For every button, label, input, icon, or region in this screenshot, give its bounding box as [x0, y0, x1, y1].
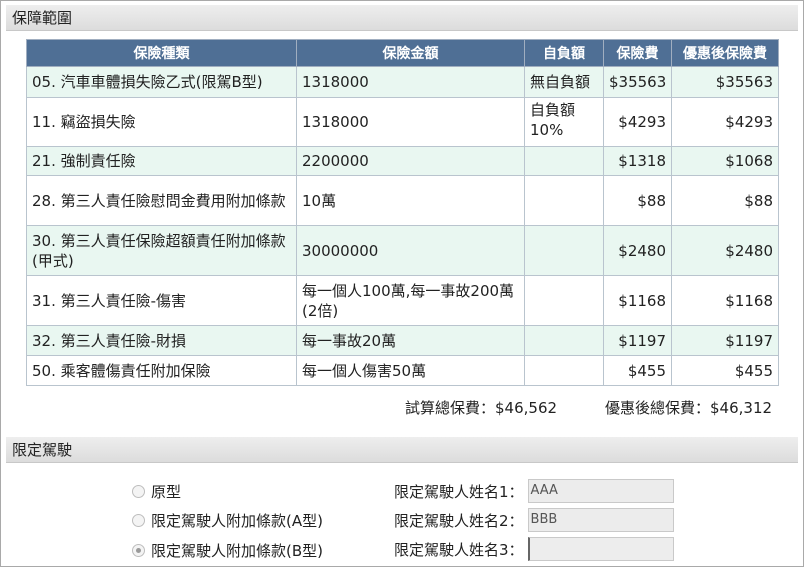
driver-name-2-input[interactable]: BBB [527, 508, 674, 532]
cell-amount: 1318000 [296, 66, 525, 98]
header-type: 保險種類 [26, 39, 297, 67]
cell-amount: 每一個人100萬,每一事故200萬(2倍) [296, 275, 525, 326]
cell-deductible [524, 146, 604, 176]
driver-name-row-1: 限定駕駛人姓名1： AAA [394, 478, 674, 504]
coverage-panel: 保險種類 保險金額 自負額 保險費 優惠後保險費 05. 汽車車體損失險乙式(限… [6, 31, 798, 429]
option-label: 限定駕駛人附加條款(A型) [151, 511, 323, 530]
cell-amount: 30000000 [296, 225, 525, 276]
cell-premium: $1318 [603, 146, 672, 176]
cell-type: 05. 汽車車體損失險乙式(限駕B型) [26, 66, 297, 98]
radio-checked-icon[interactable] [132, 543, 145, 557]
driver-name-label: 限定駕駛人姓名2： [394, 511, 524, 530]
cell-discounted: $1197 [671, 325, 779, 356]
cell-discounted: $1168 [671, 275, 779, 326]
coverage-table: 保險種類 保險金額 自負額 保險費 優惠後保險費 05. 汽車車體損失險乙式(限… [26, 39, 779, 386]
window-frame: 保障範圍 保險種類 保險金額 自負額 保險費 優惠後保險費 05. 汽車車體損失… [0, 0, 804, 567]
header-discounted-premium: 優惠後保險費 [671, 39, 779, 67]
cell-type: 50. 乘客體傷責任附加保險 [26, 355, 297, 386]
driver-panel: 原型 限定駕駛人附加條款(A型) 限定駕駛人附加條款(B型) 限定駕駛人姓名1：… [6, 463, 798, 563]
driver-name-row-3: 限定駕駛人姓名3： [394, 536, 674, 562]
radio-icon[interactable] [132, 513, 145, 527]
header-deductible: 自負額 [524, 39, 604, 67]
cell-deductible: 自負額10% [524, 97, 604, 147]
cell-premium: $2480 [603, 225, 672, 276]
cell-type: 11. 竊盜損失險 [26, 97, 297, 147]
cell-deductible [524, 225, 604, 276]
option-label: 原型 [151, 482, 182, 501]
table-row: 50. 乘客體傷責任附加保險 每一個人傷害50萬 $455 $455 [26, 355, 779, 386]
driver-option-original[interactable]: 原型 [132, 479, 181, 503]
table-row: 32. 第三人責任險-財損 每一事故20萬 $1197 $1197 [26, 325, 779, 356]
option-label: 限定駕駛人附加條款(B型) [151, 541, 323, 560]
driver-option-type-a[interactable]: 限定駕駛人附加條款(A型) [132, 508, 323, 532]
driver-name-label: 限定駕駛人姓名1： [394, 482, 524, 501]
cell-type: 32. 第三人責任險-財損 [26, 325, 297, 356]
driver-option-type-b[interactable]: 限定駕駛人附加條款(B型) [132, 538, 323, 562]
cell-type: 28. 第三人責任險慰問金費用附加條款 [26, 175, 297, 226]
cell-premium: $455 [603, 355, 672, 386]
cell-discounted: $88 [671, 175, 779, 226]
driver-name-row-2: 限定駕駛人姓名2： BBB [394, 507, 674, 533]
driver-name-1-input[interactable]: AAA [527, 479, 674, 503]
cell-deductible [524, 175, 604, 226]
cell-deductible [524, 275, 604, 326]
cell-type: 21. 強制責任險 [26, 146, 297, 176]
coverage-section-header: 保障範圍 [6, 5, 798, 31]
radio-icon[interactable] [132, 484, 145, 498]
discounted-total-premium: 優惠後總保費：$46,312 [605, 399, 773, 417]
cell-discounted: $4293 [671, 97, 779, 147]
cell-discounted: $1068 [671, 146, 779, 176]
driver-name-3-input[interactable] [527, 537, 674, 561]
cell-premium: $88 [603, 175, 672, 226]
table-row: 30. 第三人責任保險超額責任附加條款(甲式) 30000000 $2480 $… [26, 225, 779, 276]
cell-deductible [524, 325, 604, 356]
cell-amount: 10萬 [296, 175, 525, 226]
driver-section-header: 限定駕駛 [6, 437, 798, 463]
cell-deductible [524, 355, 604, 386]
driver-name-label: 限定駕駛人姓名3： [394, 540, 524, 559]
cell-premium: $4293 [603, 97, 672, 147]
header-amount: 保險金額 [296, 39, 525, 67]
cell-amount: 2200000 [296, 146, 525, 176]
cell-amount: 每一事故20萬 [296, 325, 525, 356]
cell-deductible: 無自負額 [524, 66, 604, 98]
cell-discounted: $35563 [671, 66, 779, 98]
cell-type: 30. 第三人責任保險超額責任附加條款(甲式) [26, 225, 297, 276]
table-row: 05. 汽車車體損失險乙式(限駕B型) 1318000 無自負額 $35563 … [26, 66, 779, 98]
header-premium: 保險費 [603, 39, 672, 67]
cell-discounted: $2480 [671, 225, 779, 276]
total-premium: 試算總保費：$46,562 [405, 399, 558, 417]
cell-premium: $1168 [603, 275, 672, 326]
cell-premium: $1197 [603, 325, 672, 356]
cell-discounted: $455 [671, 355, 779, 386]
cell-premium: $35563 [603, 66, 672, 98]
table-row: 21. 強制責任險 2200000 $1318 $1068 [26, 146, 779, 176]
table-header-row: 保險種類 保險金額 自負額 保險費 優惠後保險費 [26, 39, 779, 67]
cell-amount: 1318000 [296, 97, 525, 147]
cell-amount: 每一個人傷害50萬 [296, 355, 525, 386]
table-row: 28. 第三人責任險慰問金費用附加條款 10萬 $88 $88 [26, 175, 779, 226]
table-row: 11. 竊盜損失險 1318000 自負額10% $4293 $4293 [26, 97, 779, 147]
table-row: 31. 第三人責任險-傷害 每一個人100萬,每一事故200萬(2倍) $116… [26, 275, 779, 326]
cell-type: 31. 第三人責任險-傷害 [26, 275, 297, 326]
